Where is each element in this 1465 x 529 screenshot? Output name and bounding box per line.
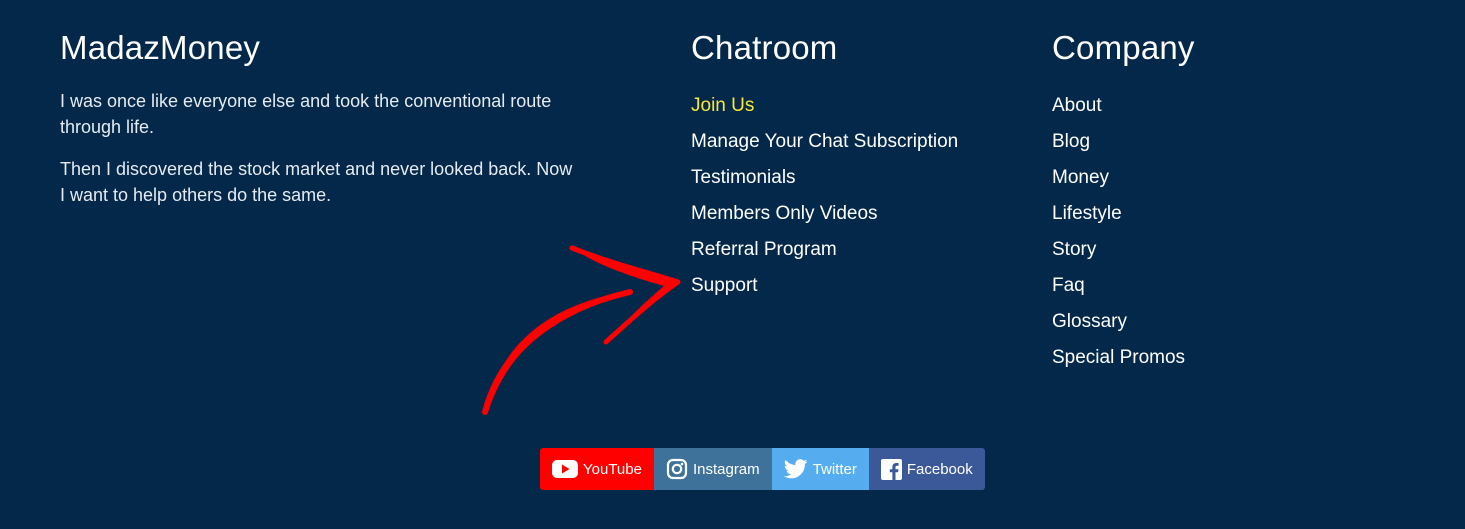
link-about[interactable]: About: [1052, 88, 1352, 124]
company-heading: Company: [1052, 29, 1195, 66]
facebook-label: Facebook: [906, 460, 973, 478]
youtube-label: YouTube: [583, 460, 642, 478]
chatroom-links: Join Us Manage Your Chat Subscription Te…: [691, 88, 1011, 304]
link-referral-program[interactable]: Referral Program: [691, 232, 1011, 268]
link-testimonials[interactable]: Testimonials: [691, 160, 1011, 196]
about-paragraph: Then I discovered the stock market and n…: [60, 159, 573, 205]
link-blog[interactable]: Blog: [1052, 124, 1352, 160]
instagram-button[interactable]: Instagram: [653, 448, 772, 490]
link-support[interactable]: Support: [691, 268, 1011, 304]
link-special-promos[interactable]: Special Promos: [1052, 340, 1352, 376]
twitter-button[interactable]: Twitter: [771, 448, 869, 490]
about-paragraph: I was once like everyone else and took t…: [60, 91, 552, 137]
link-lifestyle[interactable]: Lifestyle: [1052, 196, 1352, 232]
facebook-button[interactable]: Facebook: [868, 448, 985, 490]
chatroom-heading: Chatroom: [691, 29, 838, 66]
annotation-arrow-icon: [482, 245, 681, 415]
link-money[interactable]: Money: [1052, 160, 1352, 196]
site-title: MadazMoney: [60, 29, 261, 66]
link-members-only-videos[interactable]: Members Only Videos: [691, 196, 1011, 232]
instagram-label: Instagram: [692, 460, 760, 478]
link-manage-chat-subscription[interactable]: Manage Your Chat Subscription: [691, 124, 1011, 160]
company-links: About Blog Money Lifestyle Story Faq Glo…: [1052, 88, 1352, 376]
footer-about-column: MadazMoney I was once like everyone else…: [60, 28, 580, 224]
footer-company-column: Company About Blog Money Lifestyle Story…: [1052, 28, 1352, 376]
instagram-icon: [666, 458, 688, 480]
youtube-icon: [552, 460, 578, 478]
facebook-icon: [880, 458, 902, 480]
link-join-us[interactable]: Join Us: [691, 88, 1011, 124]
twitter-label: Twitter: [812, 460, 857, 478]
youtube-button[interactable]: YouTube: [540, 448, 654, 490]
link-glossary[interactable]: Glossary: [1052, 304, 1352, 340]
twitter-icon: [783, 459, 808, 479]
footer-chatroom-column: Chatroom Join Us Manage Your Chat Subscr…: [691, 28, 1011, 304]
social-links-bar: YouTube Instagram Twitter Facebook: [540, 448, 985, 490]
link-story[interactable]: Story: [1052, 232, 1352, 268]
link-faq[interactable]: Faq: [1052, 268, 1352, 304]
